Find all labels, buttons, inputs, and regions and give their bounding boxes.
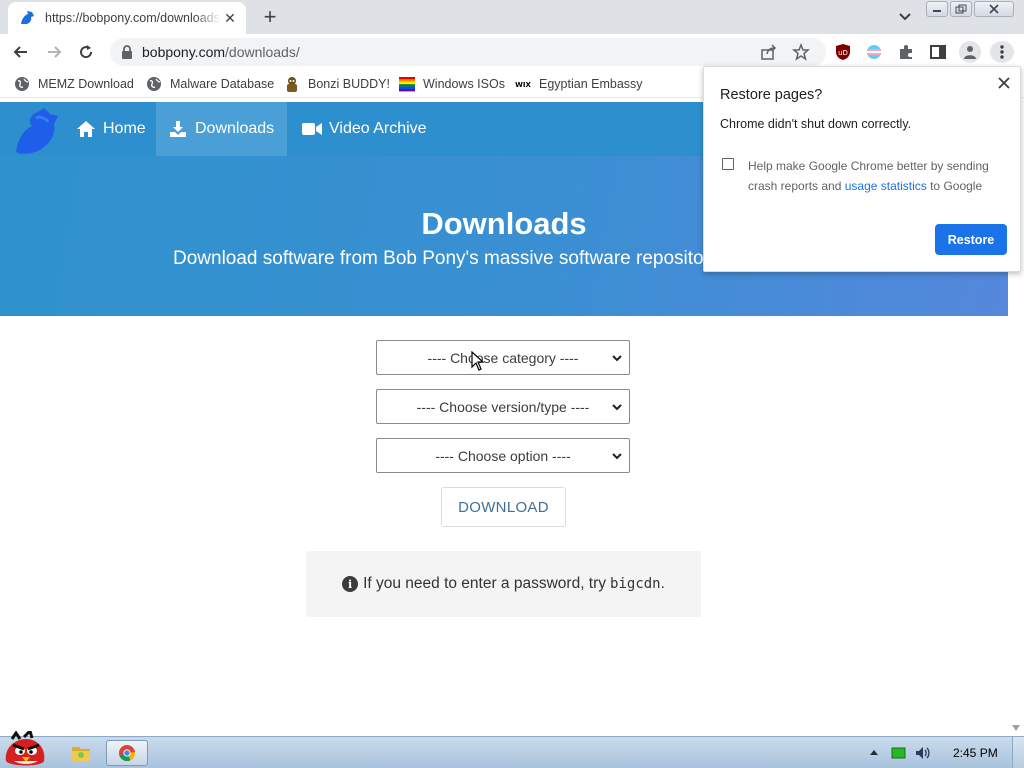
scroll-down-arrow-icon[interactable] bbox=[1012, 725, 1020, 731]
nav-video-archive-label: Video Archive bbox=[329, 120, 427, 137]
window-close-icon[interactable] bbox=[974, 1, 1014, 17]
battery-icon[interactable] bbox=[891, 745, 907, 761]
taskbar-clock[interactable]: 2:45 PM bbox=[953, 746, 998, 760]
password-notice: i If you need to enter a password, try b… bbox=[306, 551, 701, 617]
profile-icon[interactable] bbox=[959, 41, 981, 63]
globe-icon bbox=[146, 76, 162, 92]
page-subtitle: Download software from Bob Pony's massiv… bbox=[173, 248, 724, 269]
bookmark-label: Malware Database bbox=[170, 77, 275, 91]
download-button[interactable]: DOWNLOAD bbox=[441, 487, 566, 527]
star-icon[interactable] bbox=[792, 43, 810, 61]
site-logo[interactable] bbox=[10, 104, 62, 156]
volume-icon[interactable] bbox=[914, 745, 930, 761]
notice-end: . bbox=[660, 575, 665, 592]
nav-video-archive[interactable]: Video Archive bbox=[290, 102, 439, 156]
close-icon[interactable] bbox=[996, 75, 1012, 91]
bonzi-icon bbox=[284, 76, 300, 92]
bookmark-malware-database[interactable]: Malware Database bbox=[146, 75, 274, 93]
wix-icon: WIX bbox=[515, 76, 531, 92]
chevron-down-icon bbox=[612, 404, 622, 411]
taskbar-explorer[interactable] bbox=[60, 740, 102, 766]
bookmark-windows-isos[interactable]: Windows ISOs bbox=[399, 75, 505, 93]
chevron-down-icon bbox=[612, 453, 622, 460]
crash-report-text-2: to Google bbox=[926, 179, 983, 193]
bookmark-label: Windows ISOs bbox=[423, 77, 505, 91]
bookmark-memz[interactable]: MEMZ Download bbox=[14, 75, 134, 93]
taskbar: 2:45 PM bbox=[0, 728, 1024, 768]
nav-home[interactable]: Home bbox=[64, 102, 158, 156]
window-controls bbox=[926, 1, 1014, 17]
ublock-icon[interactable]: uD bbox=[834, 43, 852, 61]
download-icon bbox=[168, 120, 188, 138]
share-icon[interactable] bbox=[760, 43, 778, 61]
restore-pages-dialog: Restore pages? Chrome didn't shut down c… bbox=[703, 66, 1021, 272]
tab-close-icon[interactable]: ✕ bbox=[222, 10, 238, 26]
nav-downloads[interactable]: Downloads bbox=[156, 102, 287, 156]
url-host: bobpony.com bbox=[142, 44, 226, 60]
chrome-icon bbox=[119, 745, 136, 762]
crash-report-label: Help make Google Chrome better by sendin… bbox=[748, 156, 1008, 196]
bookmark-bonzi-buddy[interactable]: Bonzi BUDDY! bbox=[284, 75, 390, 93]
restore-button[interactable]: Restore bbox=[935, 224, 1007, 255]
start-button[interactable] bbox=[2, 728, 50, 768]
svg-text:WIX: WIX bbox=[515, 81, 531, 89]
usage-statistics-link[interactable]: usage statistics bbox=[845, 179, 927, 193]
forward-icon[interactable] bbox=[42, 40, 66, 64]
info-icon: i bbox=[342, 576, 359, 592]
url-path: /downloads/ bbox=[225, 44, 300, 60]
reload-icon[interactable] bbox=[74, 40, 98, 64]
dialog-title: Restore pages? bbox=[720, 87, 823, 103]
flag-extension-icon[interactable] bbox=[865, 43, 883, 61]
new-tab-button[interactable]: + bbox=[258, 6, 282, 30]
crash-report-checkbox[interactable] bbox=[722, 158, 734, 170]
taskbar-chrome[interactable] bbox=[106, 740, 148, 766]
video-icon bbox=[302, 120, 322, 138]
option-select[interactable]: ---- Choose option ---- bbox=[376, 438, 630, 473]
browser-tab[interactable]: https://bobpony.com/downloads/ ✕ bbox=[8, 2, 246, 34]
version-select-value: ---- Choose version/type ---- bbox=[416, 398, 590, 415]
category-select[interactable]: ---- Choose category ---- bbox=[376, 340, 630, 375]
bookmark-label: Bonzi BUDDY! bbox=[308, 77, 390, 91]
mouse-cursor-icon bbox=[471, 351, 485, 371]
restore-icon[interactable] bbox=[950, 1, 972, 17]
lock-icon[interactable] bbox=[120, 45, 134, 59]
svg-text:uD: uD bbox=[838, 49, 848, 57]
notice-text: If you need to enter a password, try bbox=[363, 575, 607, 592]
extensions-icon[interactable] bbox=[897, 43, 915, 61]
url-text: bobpony.com/downloads/ bbox=[142, 44, 300, 60]
category-select-value: ---- Choose category ---- bbox=[427, 349, 579, 366]
back-icon[interactable] bbox=[9, 40, 33, 64]
bookmark-label: Egyptian Embassy bbox=[539, 77, 643, 91]
address-bar[interactable]: bobpony.com/downloads/ bbox=[110, 38, 826, 66]
bookmark-egyptian-embassy[interactable]: WIX Egyptian Embassy bbox=[515, 75, 643, 93]
tab-strip: https://bobpony.com/downloads/ ✕ + bbox=[0, 0, 1024, 34]
windows-flag-icon bbox=[399, 76, 415, 92]
side-panel-icon[interactable] bbox=[929, 43, 947, 61]
version-select[interactable]: ---- Choose version/type ---- bbox=[376, 389, 630, 424]
menu-icon[interactable] bbox=[990, 41, 1014, 63]
tab-title: https://bobpony.com/downloads/ bbox=[45, 11, 221, 25]
bookmark-label: MEMZ Download bbox=[38, 77, 134, 91]
dialog-message: Chrome didn't shut down correctly. bbox=[720, 117, 912, 131]
home-icon bbox=[76, 120, 96, 138]
globe-icon bbox=[14, 76, 30, 92]
chevron-down-icon bbox=[612, 355, 622, 362]
browser-toolbar: bobpony.com/downloads/ uD bbox=[0, 34, 1024, 70]
site-favicon-icon bbox=[18, 9, 36, 27]
tab-search-icon[interactable] bbox=[895, 8, 915, 26]
option-select-value: ---- Choose option ---- bbox=[435, 447, 571, 464]
nav-downloads-label: Downloads bbox=[195, 120, 275, 137]
nav-home-label: Home bbox=[103, 120, 146, 137]
explorer-icon bbox=[72, 747, 90, 761]
minimize-icon[interactable] bbox=[926, 1, 948, 17]
password-code: bigcdn bbox=[610, 576, 661, 592]
show-hidden-icons-icon[interactable] bbox=[869, 748, 879, 756]
show-desktop-button[interactable] bbox=[1012, 737, 1024, 768]
